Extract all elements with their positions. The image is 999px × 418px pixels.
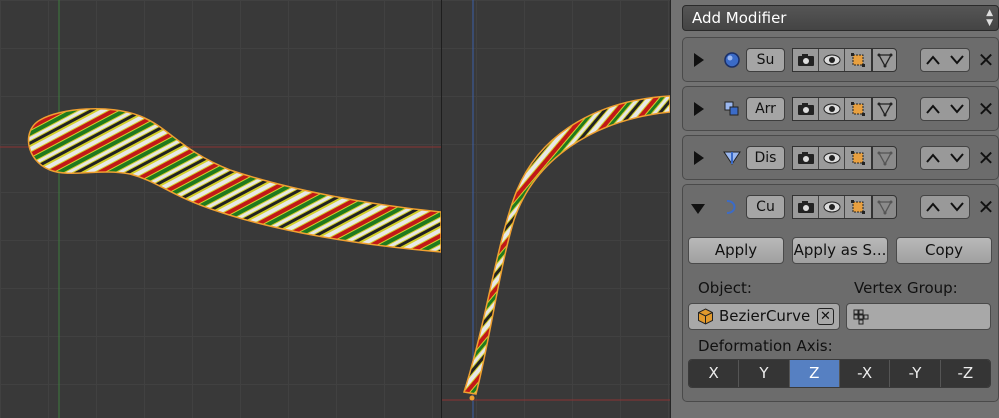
remove-modifier-icon[interactable]: ✕ <box>977 197 995 217</box>
add-modifier-label: Add Modifier <box>692 9 787 27</box>
object-label: Object: <box>698 279 752 297</box>
move-down-icon[interactable] <box>945 196 969 218</box>
modifier-panel: Add Modifier ▲ ▼ Su ✕ Arr ✕ Dis ✕ Cu ✕ A… <box>670 0 999 418</box>
expand-triangle-icon[interactable] <box>694 151 704 165</box>
expand-triangle-icon[interactable] <box>694 102 704 116</box>
vertex-group-icon <box>853 309 869 325</box>
viewport-eye-icon[interactable] <box>819 49 845 71</box>
array-icon <box>724 101 739 116</box>
render-camera-icon[interactable] <box>793 98 819 120</box>
vertex-group-field[interactable] <box>846 303 991 330</box>
move-down-icon[interactable] <box>945 147 969 169</box>
on-cage-icon[interactable] <box>873 147 896 169</box>
apply-button[interactable]: Apply <box>688 237 784 264</box>
axis-z-button[interactable]: Z <box>789 360 840 387</box>
move-up-icon[interactable] <box>921 49 945 71</box>
deformation-axis-selector: X Y Z -X -Y -Z <box>688 359 991 388</box>
object-value: BezierCurve <box>719 307 811 325</box>
curve-modifier-icon <box>726 200 736 214</box>
expand-triangle-icon[interactable] <box>694 53 704 67</box>
editmode-icon[interactable] <box>845 98 871 120</box>
modifier-name-field[interactable]: Dis <box>746 146 785 170</box>
dropdown-arrows-icon: ▲ ▼ <box>986 8 993 28</box>
clear-object-icon[interactable]: ✕ <box>817 308 834 325</box>
subdivision-icon <box>724 52 740 68</box>
remove-modifier-icon[interactable]: ✕ <box>977 148 995 168</box>
render-camera-icon[interactable] <box>793 147 819 169</box>
on-cage-icon[interactable] <box>873 196 896 218</box>
vertex-group-label: Vertex Group: <box>854 279 958 297</box>
viewport-left[interactable] <box>0 0 441 418</box>
viewport-eye-icon[interactable] <box>819 196 845 218</box>
editmode-icon[interactable] <box>845 147 871 169</box>
on-cage-icon[interactable] <box>873 49 896 71</box>
viewport-eye-icon[interactable] <box>819 98 845 120</box>
axis-x-button[interactable]: X <box>689 360 740 387</box>
axis-neg-z-button[interactable]: -Z <box>940 360 990 387</box>
axis-neg-y-button[interactable]: -Y <box>890 360 941 387</box>
modifier-name-field[interactable]: Arr <box>746 97 785 121</box>
rope-mesh-right[interactable] <box>463 95 670 395</box>
apply-as-shape-button[interactable]: Apply as S... <box>792 237 888 264</box>
on-cage-icon[interactable] <box>873 98 896 120</box>
axis-neg-x-button[interactable]: -X <box>839 360 891 387</box>
deformation-axis-label: Deformation Axis: <box>698 337 833 355</box>
displace-icon <box>723 151 741 165</box>
axis-y-button[interactable]: Y <box>739 360 790 387</box>
object-field[interactable]: BezierCurve ✕ <box>688 303 840 330</box>
modifier-name-field[interactable]: Cu <box>746 195 785 219</box>
rope-mesh-left[interactable] <box>27 108 441 253</box>
modifier-name-field[interactable]: Su <box>746 48 785 72</box>
add-modifier-dropdown[interactable]: Add Modifier ▲ ▼ <box>682 5 999 31</box>
render-camera-icon[interactable] <box>793 49 819 71</box>
modifier-array: Arr ✕ <box>682 86 999 131</box>
editmode-icon[interactable] <box>845 196 871 218</box>
copy-button[interactable]: Copy <box>896 237 992 264</box>
viewport-eye-icon[interactable] <box>819 147 845 169</box>
viewport-right[interactable] <box>442 0 670 418</box>
move-up-icon[interactable] <box>921 196 945 218</box>
modifier-subdivision: Su ✕ <box>682 37 999 82</box>
move-down-icon[interactable] <box>945 49 969 71</box>
render-camera-icon[interactable] <box>793 196 819 218</box>
editmode-icon[interactable] <box>845 49 871 71</box>
remove-modifier-icon[interactable]: ✕ <box>977 99 995 119</box>
modifier-displace: Dis ✕ <box>682 135 999 180</box>
remove-modifier-icon[interactable]: ✕ <box>977 50 995 70</box>
origin-point <box>469 395 475 401</box>
object-cube-icon <box>698 308 713 325</box>
move-down-icon[interactable] <box>945 98 969 120</box>
collapse-triangle-icon[interactable] <box>691 204 705 214</box>
move-up-icon[interactable] <box>921 147 945 169</box>
move-up-icon[interactable] <box>921 98 945 120</box>
